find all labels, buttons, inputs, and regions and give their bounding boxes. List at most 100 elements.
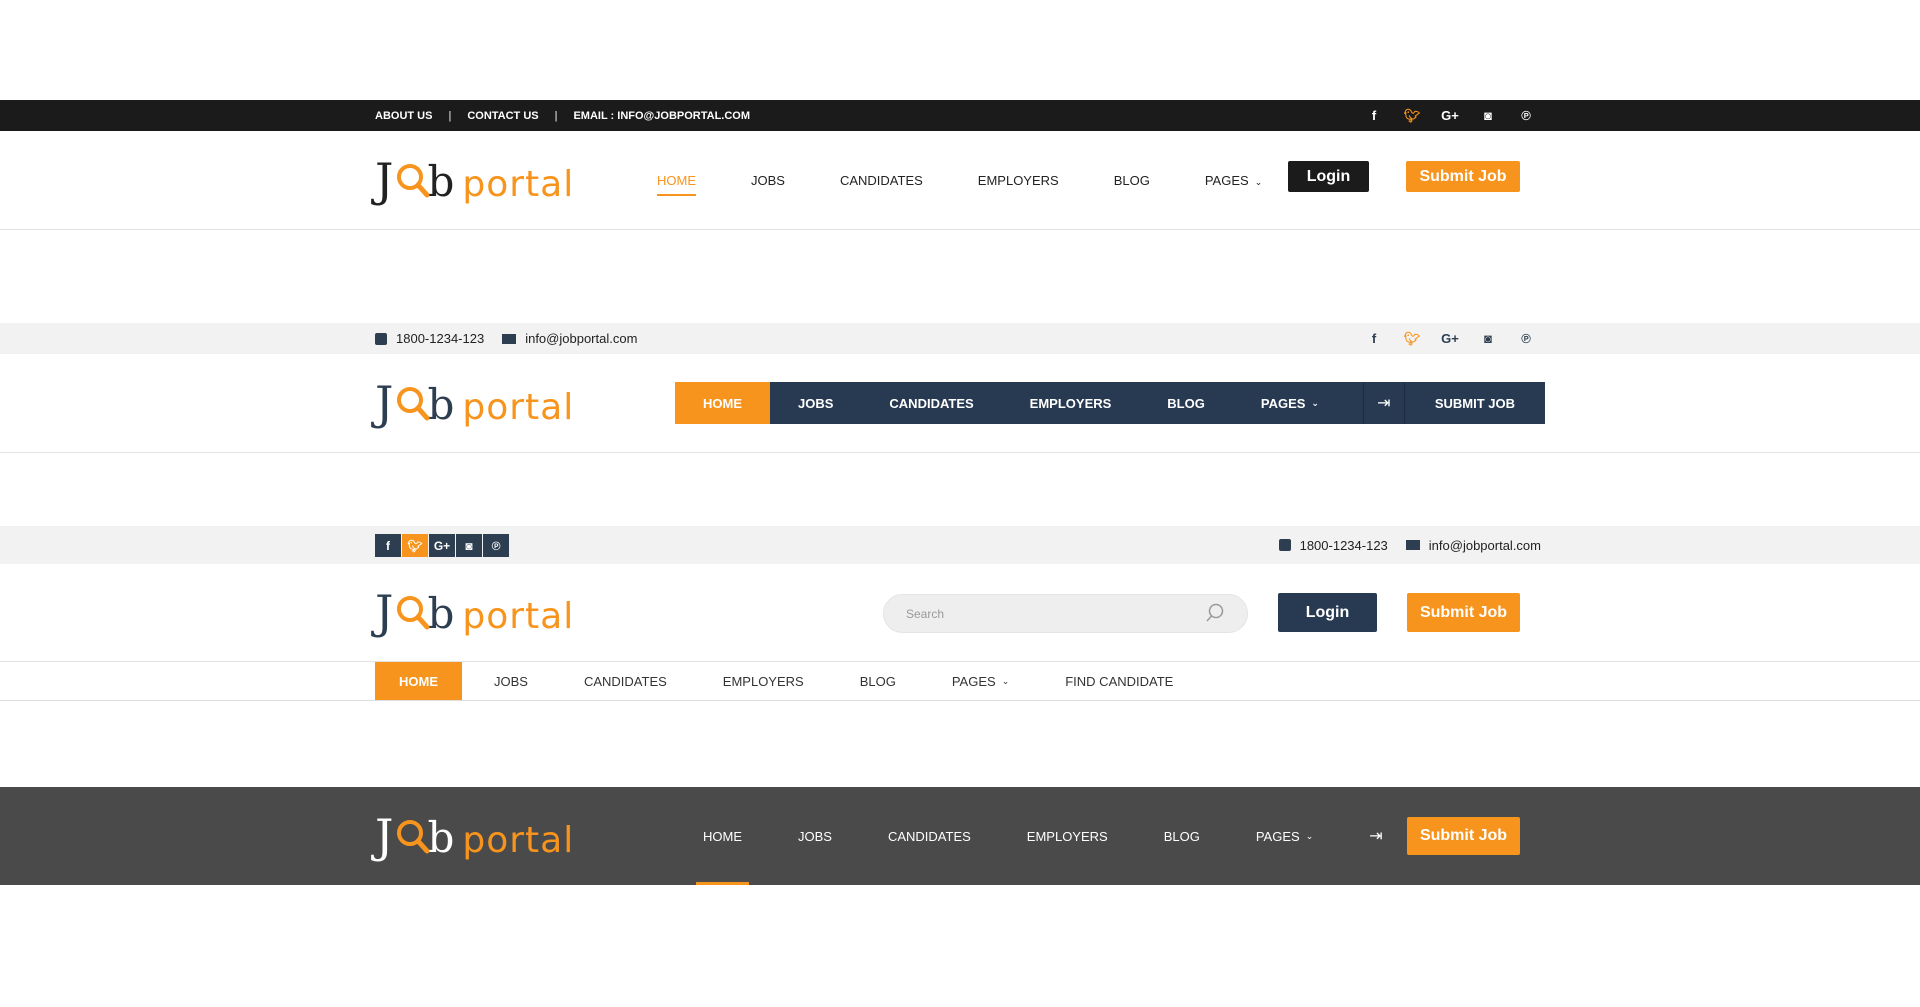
submit-job-button[interactable]: Submit Job [1407, 593, 1520, 632]
logo[interactable]: J b portal [375, 380, 574, 430]
login-button[interactable]: Login [1288, 161, 1369, 192]
separator: | [448, 109, 452, 122]
chevron-down-icon: ⌄ [1311, 397, 1319, 408]
instagram-icon[interactable]: ◙ [1469, 108, 1507, 123]
header2-topbar: 1800-1234-123 info@jobportal.com f 🐦︎ G+… [0, 323, 1920, 354]
nav-home[interactable]: HOME [657, 173, 696, 196]
page: ABOUT US | CONTACT US | EMAIL : INFO@JOB… [0, 0, 1920, 1007]
logo[interactable]: J b portal [375, 589, 574, 639]
phone-number: 1800-1234-123 [1299, 537, 1388, 553]
nav-employers[interactable]: EMPLOYERS [978, 173, 1059, 188]
nav-jobs[interactable]: JOBS [770, 382, 861, 424]
nav-pages-label: PAGES [1204, 173, 1249, 188]
contact-us-link[interactable]: CONTACT US [467, 110, 538, 122]
nav-jobs[interactable]: JOBS [751, 173, 785, 188]
header3-nav-bar: HOME JOBS CANDIDATES EMPLOYERS BLOG PAGE… [0, 662, 1920, 701]
logo[interactable]: J b portal [375, 813, 574, 863]
social-links: f 🐦︎ G+ ◙ ℗ [375, 534, 509, 557]
nav-find-candidate[interactable]: FIND CANDIDATE [1041, 662, 1197, 700]
facebook-icon[interactable]: f [1355, 331, 1393, 346]
google-plus-icon[interactable]: G+ [429, 534, 455, 557]
phone-contact: 1800-1234-123 [1278, 537, 1388, 553]
submit-job-button[interactable]: Submit Job [1406, 161, 1520, 192]
nav-jobs[interactable]: JOBS [470, 662, 552, 700]
nav-employers[interactable]: EMPLOYERS [1027, 787, 1108, 885]
main-nav: HOME JOBS CANDIDATES EMPLOYERS BLOG PAGE… [696, 787, 1383, 885]
header2-main: J b portal HOME JOBS CANDIDATES EMPLOYER… [0, 354, 1920, 453]
sign-in-icon[interactable]: ⇥ [1369, 787, 1382, 885]
facebook-icon[interactable]: f [1355, 108, 1393, 123]
nav-pages[interactable]: PAGES ⌄ [928, 662, 1033, 700]
google-plus-icon[interactable]: G+ [1431, 108, 1469, 123]
email-address[interactable]: info@jobportal.com [525, 331, 637, 346]
phone-contact: 1800-1234-123 [375, 331, 484, 346]
main-nav: HOME JOBS CANDIDATES EMPLOYERS BLOG PAGE… [375, 662, 1205, 700]
header3-topbar: f 🐦︎ G+ ◙ ℗ 1800-1234-123 info@jobportal… [0, 526, 1920, 564]
twitter-icon[interactable]: 🐦︎ [402, 534, 428, 557]
nav-candidates[interactable]: CANDIDATES [840, 173, 923, 188]
phone-icon [375, 332, 387, 345]
nav-pages-label: PAGES [951, 673, 996, 689]
logo[interactable]: J b portal [375, 157, 574, 207]
instagram-icon[interactable]: ◙ [456, 534, 482, 557]
envelope-icon [1405, 540, 1420, 550]
nav-candidates[interactable]: CANDIDATES [560, 662, 691, 700]
pinterest-icon[interactable]: ℗ [1507, 331, 1545, 346]
nav-blog[interactable]: BLOG [1114, 173, 1150, 188]
phone-icon [1278, 539, 1291, 551]
instagram-icon[interactable]: ◙ [1469, 331, 1507, 346]
login-button[interactable]: Login [1278, 593, 1377, 632]
twitter-icon[interactable]: 🐦︎ [1393, 331, 1431, 347]
logo-portal: portal [462, 820, 575, 861]
nav-blog[interactable]: BLOG [1164, 787, 1200, 885]
nav-pages[interactable]: PAGES ⌄ [1233, 382, 1347, 424]
logo-letter-j: J [375, 585, 394, 639]
nav-blog[interactable]: BLOG [1139, 382, 1233, 424]
nav-employers[interactable]: EMPLOYERS [1002, 382, 1140, 424]
social-links: f 🐦︎ G+ ◙ ℗ [1355, 100, 1545, 131]
nav-pages[interactable]: PAGES ⌄ [1205, 173, 1262, 188]
email-link[interactable]: EMAIL : INFO@JOBPORTAL.COM [573, 110, 750, 122]
nav-pages-label: PAGES [1255, 828, 1300, 844]
nav-employers[interactable]: EMPLOYERS [699, 662, 828, 700]
nav-jobs[interactable]: JOBS [798, 787, 832, 885]
search-icon[interactable] [1205, 603, 1225, 623]
logo-portal: portal [462, 387, 575, 428]
main-nav: HOME JOBS CANDIDATES EMPLOYERS BLOG PAGE… [675, 382, 1545, 424]
nav-candidates[interactable]: CANDIDATES [861, 382, 1001, 424]
submit-job-button[interactable]: Submit Job [1407, 817, 1520, 855]
header4: J b portal HOME JOBS CANDIDATES EMPLOYER… [0, 787, 1920, 885]
pinterest-icon[interactable]: ℗ [1507, 108, 1545, 123]
nav-blog[interactable]: BLOG [836, 662, 920, 700]
email-address[interactable]: info@jobportal.com [1429, 538, 1541, 553]
magnifier-icon [395, 162, 430, 198]
sign-in-icon[interactable]: ⇥ [1362, 382, 1405, 424]
chevron-down-icon: ⌄ [1001, 675, 1010, 686]
main-nav: HOME JOBS CANDIDATES EMPLOYERS BLOG PAGE… [657, 131, 1317, 230]
nav-home[interactable]: HOME [696, 787, 749, 885]
pinterest-icon[interactable]: ℗ [483, 534, 509, 557]
magnifier-icon [395, 818, 430, 854]
email-contact: info@jobportal.com [1405, 538, 1541, 553]
nav-pages-label: PAGES [1260, 395, 1306, 411]
google-plus-icon[interactable]: G+ [1431, 331, 1469, 346]
search-placeholder: Search [906, 606, 945, 621]
magnifier-icon [395, 385, 430, 421]
email-contact: info@jobportal.com [502, 331, 637, 346]
nav-home[interactable]: HOME [675, 382, 770, 424]
nav-pages[interactable]: PAGES ⌄ [1256, 787, 1313, 885]
twitter-icon[interactable]: 🐦︎ [1393, 108, 1431, 124]
magnifier-icon [395, 594, 430, 630]
submit-job-button[interactable]: SUBMIT JOB [1405, 382, 1545, 424]
about-us-link[interactable]: ABOUT US [375, 110, 432, 122]
header3-main: J b portal Search Login Submit Job [0, 564, 1920, 662]
logo-portal: portal [462, 164, 575, 205]
envelope-icon [502, 333, 517, 344]
logo-letter-j: J [375, 153, 394, 207]
search-input[interactable]: Search [883, 594, 1248, 633]
nav-home[interactable]: HOME [375, 662, 462, 700]
chevron-down-icon: ⌄ [1254, 177, 1263, 187]
nav-candidates[interactable]: CANDIDATES [888, 787, 971, 885]
logo-letter-j: J [375, 376, 394, 430]
facebook-icon[interactable]: f [375, 534, 401, 557]
